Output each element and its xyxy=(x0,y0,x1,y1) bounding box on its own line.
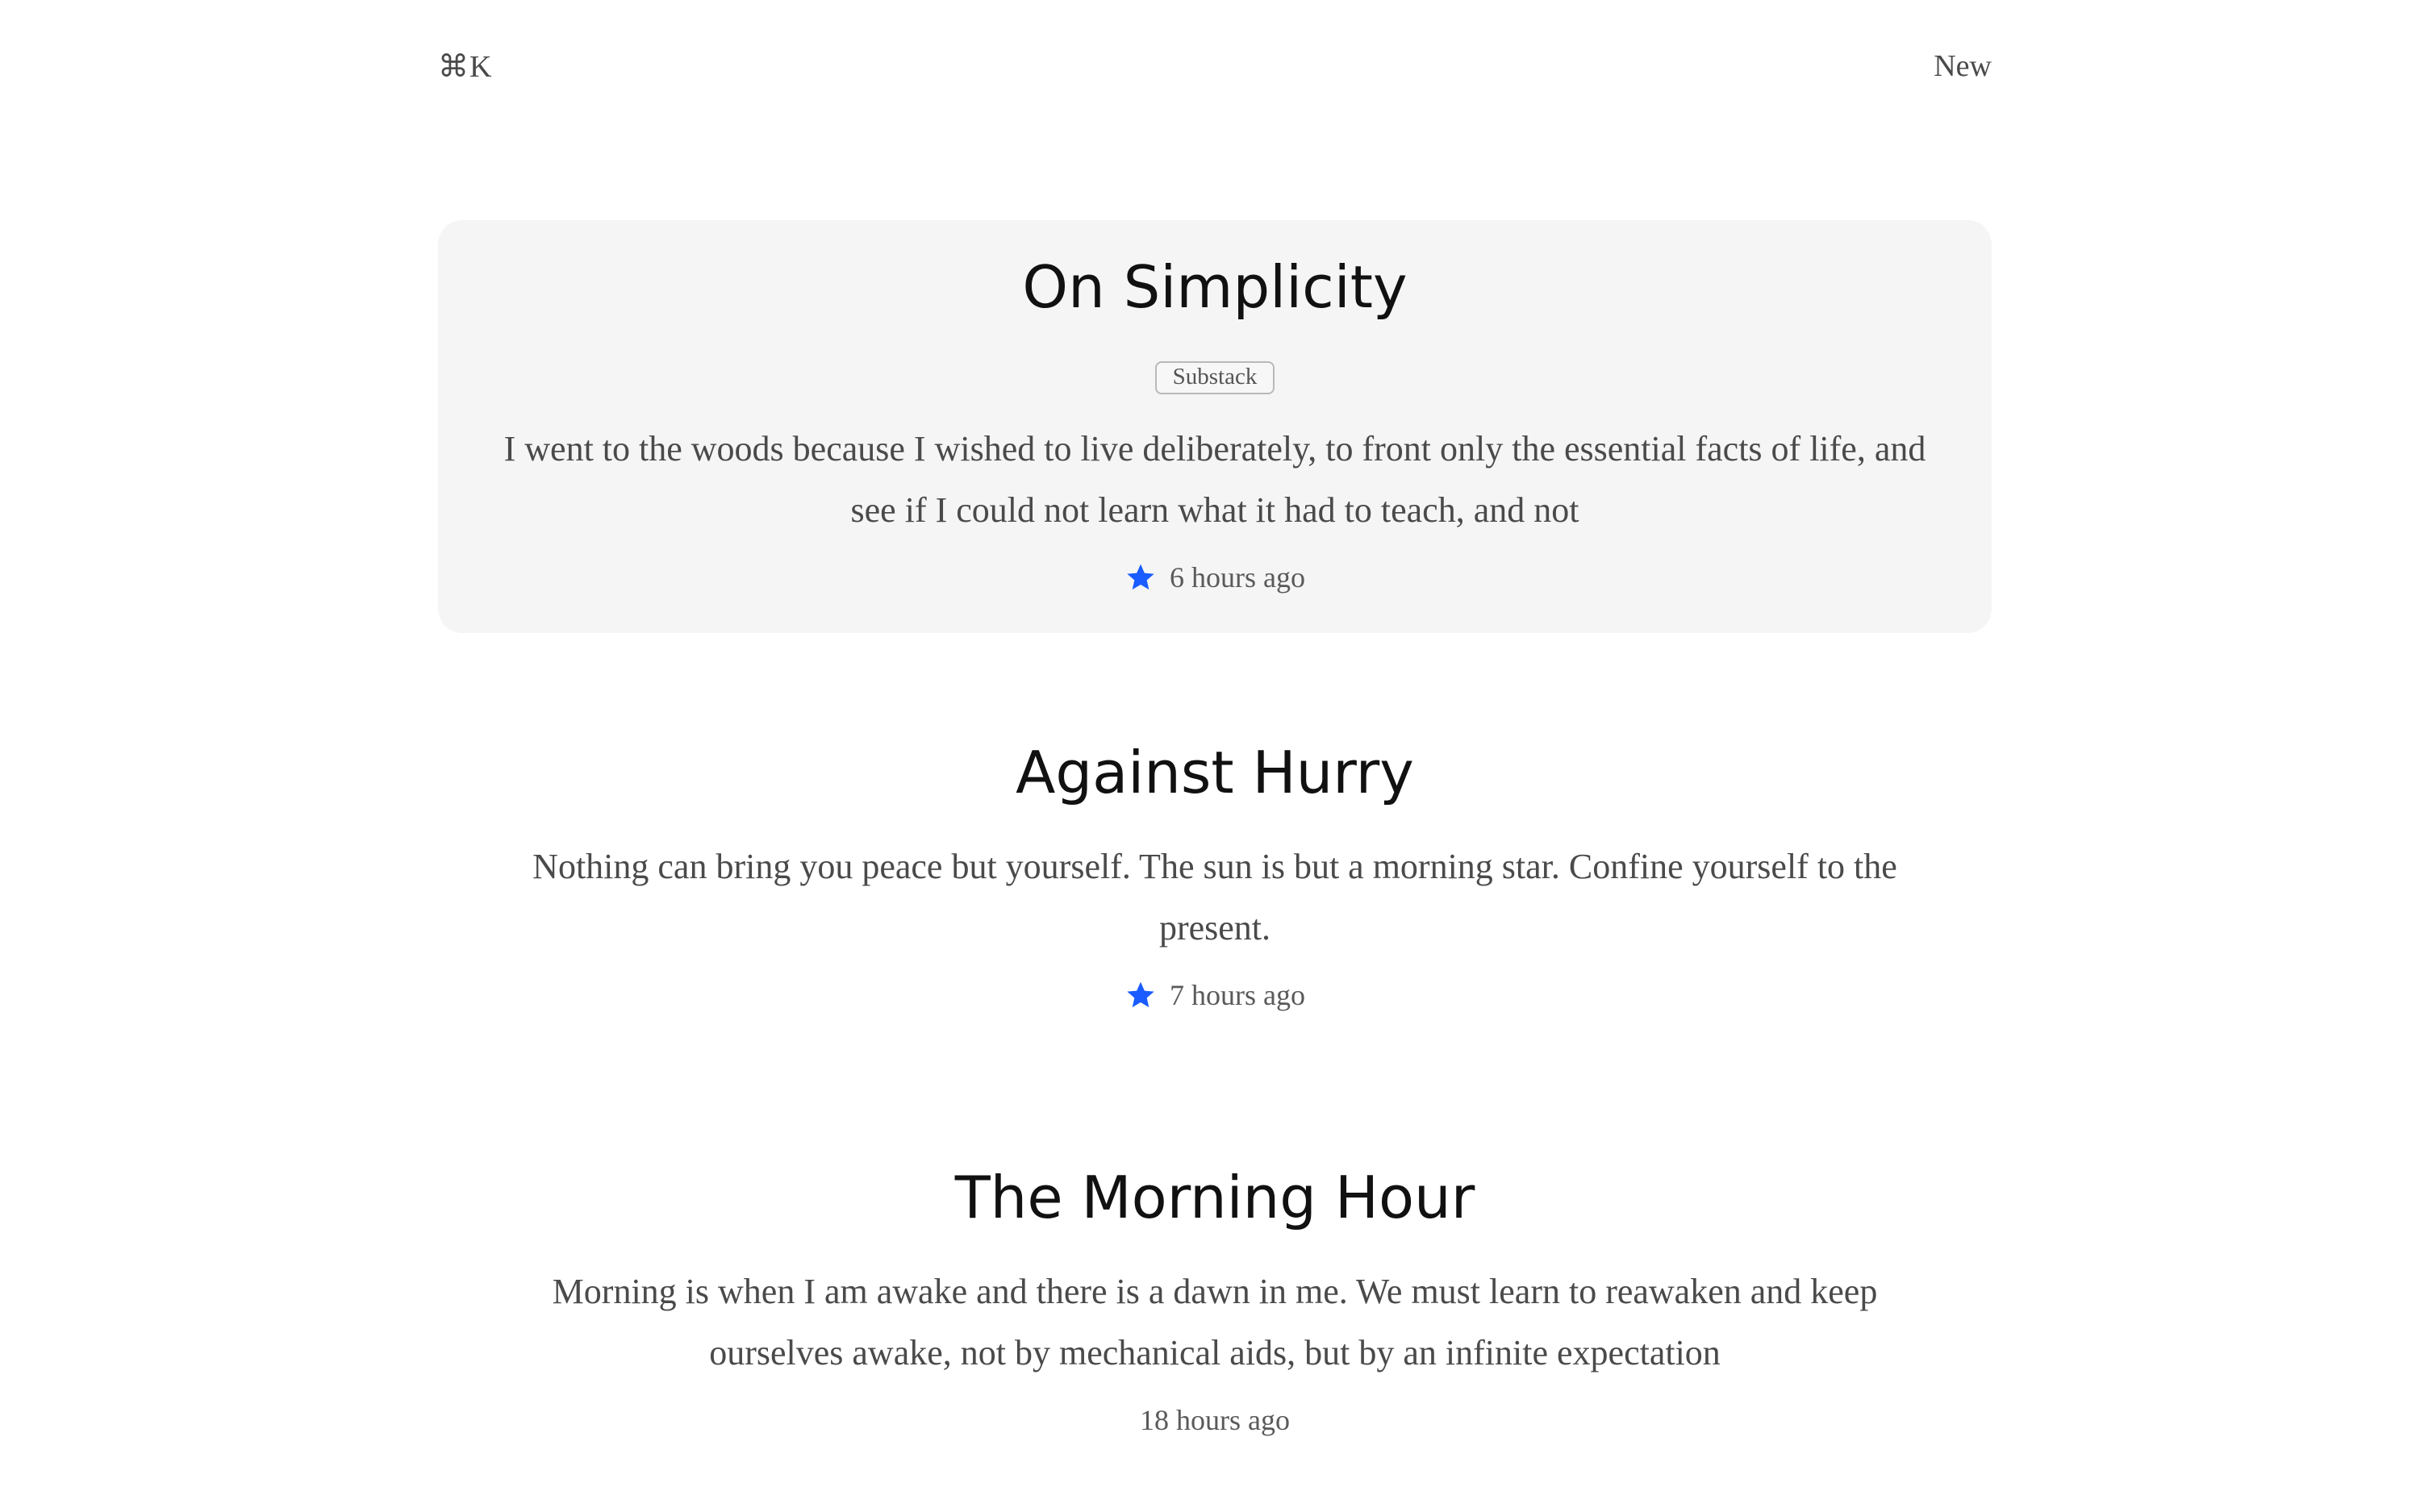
post-title: The Morning Hour xyxy=(954,1164,1475,1231)
post-timestamp: 18 hours ago xyxy=(1140,1404,1290,1436)
post-timestamp: 7 hours ago xyxy=(1170,979,1305,1011)
post-excerpt: I went to the woods because I wished to … xyxy=(503,429,1926,530)
new-post-button[interactable]: New xyxy=(1934,48,1992,84)
top-bar: ⌘K New xyxy=(438,42,1992,90)
post-excerpt: Nothing can bring you peace but yourself… xyxy=(532,847,1897,948)
star-icon[interactable] xyxy=(1124,979,1157,1011)
post-meta: 18 hours ago xyxy=(1140,1403,1290,1437)
post-title: Against Hurry xyxy=(1016,739,1414,806)
post-meta: 6 hours ago xyxy=(1124,560,1305,594)
star-icon[interactable] xyxy=(1124,561,1157,594)
post-timestamp: 6 hours ago xyxy=(1170,561,1305,594)
post-item[interactable]: On Simplicity Substack I went to the woo… xyxy=(438,220,1992,633)
post-item[interactable]: Against Hurry Nothing can bring you peac… xyxy=(438,633,1992,1058)
command-k-shortcut-button[interactable]: ⌘K xyxy=(438,48,492,85)
post-feed: On Simplicity Substack I went to the woo… xyxy=(438,220,1992,1477)
post-title: On Simplicity xyxy=(1022,253,1408,321)
post-excerpt: Morning is when I am awake and there is … xyxy=(552,1272,1878,1372)
post-tag-badge[interactable]: Substack xyxy=(1154,361,1275,394)
post-meta: 7 hours ago xyxy=(1124,978,1305,1012)
post-item[interactable]: The Morning Hour Morning is when I am aw… xyxy=(438,1058,1992,1477)
